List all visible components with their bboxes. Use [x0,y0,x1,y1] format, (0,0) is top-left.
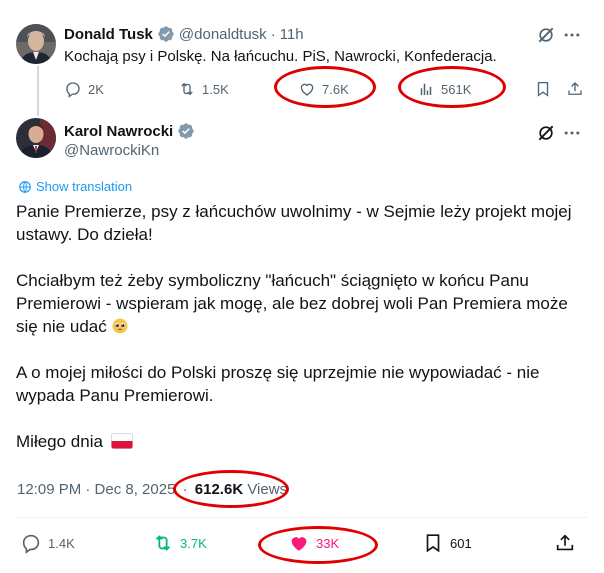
reply-button[interactable]: 2K [64,80,104,98]
show-translation-label[interactable]: Show translation [36,179,132,194]
main-tweet-text: Panie Premierze, psy z łańcuchów uwolnim… [16,200,576,476]
grok-icon[interactable] [536,123,556,143]
globe-icon [19,180,31,193]
show-translation-link[interactable]: Show translation [18,179,132,194]
more-icon[interactable] [562,25,582,45]
views-label: Views [247,481,288,498]
views-icon [420,83,432,95]
divider [16,517,588,518]
avatar[interactable] [16,24,56,64]
like-icon [300,83,314,96]
main-tweet-actions: 1.4K 3.7K 33K 601 [18,532,584,554]
separator-dot: · [182,481,188,498]
grok-icon[interactable] [536,25,556,45]
author-handle[interactable]: @NawrockiKn [64,142,159,159]
repost-count: 3.7K [180,535,207,551]
reply-icon [22,534,40,554]
share-button[interactable] [554,532,576,554]
more-icon[interactable] [562,123,582,143]
share-icon [568,82,582,95]
reply-count: 1.4K [48,535,75,551]
repost-button[interactable]: 1.5K [178,80,229,98]
tweet-paragraph: Panie Premierze, psy z łańcuchów uwolnim… [16,200,576,246]
parent-tweet-actions: 2K 1.5K 7.6K 561K [64,80,582,100]
views-count: 612.6K [194,481,244,498]
pleading-face-emoji [112,318,128,334]
tweet-paragraph: Miłego dnia [16,430,576,453]
tweet-meta: 12:09 PM · Dec 8, 2025 · 612.6K Views [17,481,287,498]
tweet-thread: Donald Tusk @donaldtusk · 11h Kochają ps… [0,0,604,573]
reply-icon [66,82,80,98]
thread-connector-line [37,66,39,116]
verified-badge-icon [178,123,194,139]
author-handle[interactable]: @donaldtusk [179,26,267,43]
paragraph-text: A o mojej miłości do Polski proszę się u… [16,363,540,405]
poland-flag-emoji [110,433,133,449]
like-button[interactable]: 7.6K [298,80,349,98]
parent-tweet-header: Donald Tusk @donaldtusk · 11h [64,25,304,43]
separator-dot: · [270,25,276,43]
author-name[interactable]: Donald Tusk [64,26,153,43]
views-count: 561K [441,81,472,97]
paragraph-text: Panie Premierze, psy z łańcuchów uwolnim… [16,202,572,244]
like-count: 33K [316,535,340,551]
repost-button[interactable]: 3.7K [152,532,207,554]
tweet-paragraph: A o mojej miłości do Polski proszę się u… [16,361,576,407]
like-count: 7.6K [322,81,349,97]
repost-count: 1.5K [202,81,229,97]
reply-button[interactable]: 1.4K [20,532,75,554]
bookmark-button[interactable]: 601 [422,532,472,554]
avatar[interactable] [16,118,56,158]
parent-tweet-text: Kochają psy i Polskę. Na łańcuchu. PiS, … [64,48,497,65]
tweet-paragraph: Chciałbym też żeby symboliczny "łańcuch"… [16,269,576,338]
bookmark-button[interactable] [534,80,552,98]
like-icon [291,537,307,551]
author-name[interactable]: Karol Nawrocki [64,123,173,140]
share-icon [556,534,574,551]
like-button[interactable]: 33K [288,532,339,554]
views-button[interactable]: 561K [417,80,471,98]
verified-badge-icon [158,26,174,42]
tweet-time[interactable]: 11h [280,26,304,43]
share-button[interactable] [566,80,584,98]
paragraph-text: Miłego dnia [16,432,103,451]
repost-icon [155,535,171,551]
paragraph-text: Chciałbym też żeby symboliczny "łańcuch"… [16,271,568,336]
bookmark-icon [537,81,549,97]
tweet-timestamp[interactable]: 12:09 PM · Dec 8, 2025 [17,481,175,498]
bookmark-icon [426,534,440,553]
reply-count: 2K [88,81,104,97]
bookmark-count: 601 [450,535,472,551]
repost-icon [181,82,193,96]
main-tweet-header: Karol Nawrocki [64,122,199,140]
